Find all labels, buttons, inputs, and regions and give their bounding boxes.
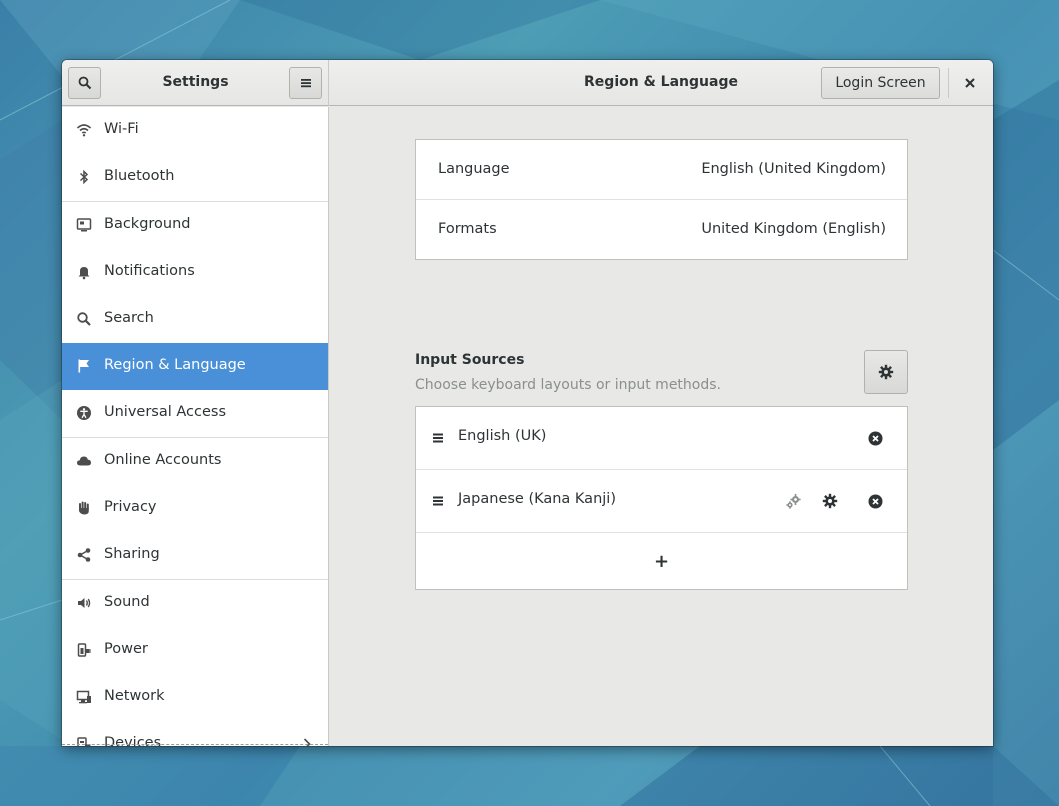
sidebar-item-label: Background [104, 216, 191, 232]
input-sources-options-button[interactable] [864, 350, 908, 394]
sidebar-item-power[interactable]: Power [62, 627, 328, 674]
login-screen-button[interactable]: Login Screen [821, 67, 940, 99]
settings-window: Settings Region & Language Login Screen [62, 60, 993, 746]
language-value: English (United Kingdom) [701, 161, 886, 177]
gear-icon [878, 364, 894, 380]
sidebar-item-label: Sound [104, 594, 150, 610]
input-sources-title: Input Sources [415, 352, 525, 368]
sidebar: Wi-Fi Bluetooth Background Notifications… [62, 107, 329, 746]
input-source-row[interactable]: Japanese (Kana Kanji) [416, 470, 907, 532]
formats-label: Formats [438, 221, 497, 237]
input-source-row[interactable]: English (UK) [416, 407, 907, 469]
sidebar-item-notifications[interactable]: Notifications [62, 249, 328, 296]
preferences-system-icon[interactable] [784, 492, 802, 510]
add-input-source-button[interactable]: + [416, 533, 907, 589]
drag-handle-icon[interactable] [431, 431, 445, 445]
sidebar-item-label: Bluetooth [104, 168, 175, 184]
language-formats-list: Language English (United Kingdom) Format… [415, 139, 908, 260]
sidebar-item-label: Region & Language [104, 357, 246, 373]
sidebar-item-bluetooth[interactable]: Bluetooth [62, 154, 328, 201]
sidebar-item-privacy[interactable]: Privacy [62, 485, 328, 532]
input-sources-list: English (UK) Japanese (Kana Kanji) + [415, 406, 908, 590]
cloud-icon [76, 453, 92, 469]
sidebar-item-sharing[interactable]: Sharing [62, 532, 328, 579]
search-icon [76, 311, 92, 327]
sidebar-item-search[interactable]: Search [62, 296, 328, 343]
input-source-label: Japanese (Kana Kanji) [458, 491, 616, 507]
input-source-label: English (UK) [458, 428, 547, 444]
sidebar-item-label: Search [104, 310, 154, 326]
remove-icon[interactable] [867, 493, 883, 509]
sidebar-item-label: Privacy [104, 499, 157, 515]
sidebar-item-background[interactable]: Background [62, 202, 328, 249]
network-icon [76, 689, 92, 705]
sidebar-item-network[interactable]: Network [62, 674, 328, 721]
header-bar: Settings Region & Language Login Screen [62, 60, 993, 106]
close-icon [965, 78, 975, 88]
sidebar-item-label: Sharing [104, 546, 160, 562]
hamburger-menu-icon [300, 79, 311, 88]
sidebar-header: Settings [62, 60, 329, 106]
language-label: Language [438, 161, 510, 177]
gear-icon[interactable] [822, 493, 838, 509]
sidebar-item-label: Network [104, 688, 165, 704]
drag-handle-icon[interactable] [431, 494, 445, 508]
bell-icon [76, 264, 92, 280]
sidebar-item-label: Power [104, 641, 148, 657]
accessibility-icon [76, 405, 92, 421]
input-sources-subtitle: Choose keyboard layouts or input methods… [415, 377, 721, 393]
close-button[interactable] [955, 68, 985, 98]
background-icon [76, 217, 92, 233]
flag-icon [76, 358, 92, 374]
share-icon [76, 547, 92, 563]
header-separator [948, 68, 949, 98]
wifi-icon [76, 122, 92, 138]
formats-row[interactable]: Formats United Kingdom (English) [416, 200, 907, 259]
region-language-panel: Language English (United Kingdom) Format… [330, 107, 993, 746]
formats-value: United Kingdom (English) [701, 221, 886, 237]
sidebar-item-label: Universal Access [104, 404, 227, 420]
sidebar-item-label: Wi-Fi [104, 121, 139, 137]
menu-button[interactable] [289, 67, 322, 99]
bluetooth-icon [76, 169, 92, 185]
sidebar-item-label: Notifications [104, 263, 195, 279]
sidebar-item-label: Online Accounts [104, 452, 222, 468]
sidebar-item-wifi[interactable]: Wi-Fi [62, 107, 328, 154]
scroll-undershoot-indicator [62, 744, 328, 745]
sidebar-item-universal-access[interactable]: Universal Access [62, 390, 328, 437]
language-row[interactable]: Language English (United Kingdom) [416, 140, 907, 200]
speaker-icon [76, 595, 92, 611]
remove-icon[interactable] [867, 430, 883, 446]
sidebar-item-sound[interactable]: Sound [62, 580, 328, 627]
hand-icon [76, 500, 92, 516]
sidebar-item-devices[interactable]: Devices [62, 721, 328, 746]
sidebar-item-online-accounts[interactable]: Online Accounts [62, 438, 328, 485]
power-plug-icon [76, 642, 92, 658]
sidebar-item-region-language[interactable]: Region & Language [62, 343, 328, 390]
